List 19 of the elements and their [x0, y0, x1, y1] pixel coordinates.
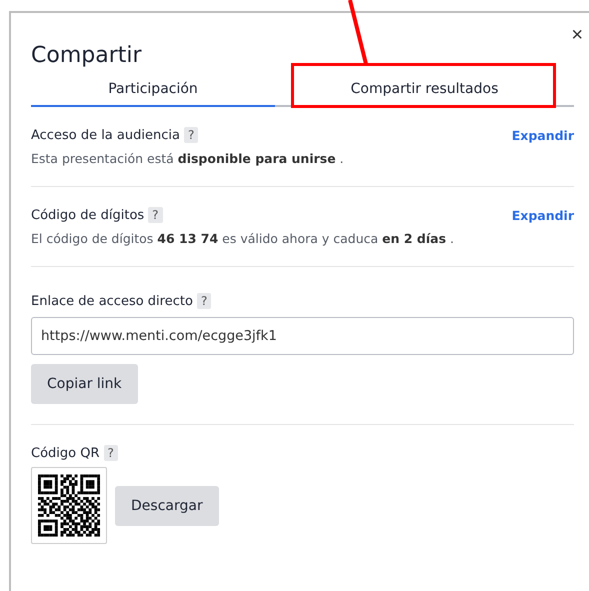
help-badge[interactable]: ?: [148, 207, 163, 223]
expand-link[interactable]: Expandir: [512, 208, 574, 222]
section-heading: Código QR: [31, 446, 100, 460]
help-badge[interactable]: ?: [104, 445, 118, 461]
tab[interactable]: Compartir resultados: [275, 77, 574, 107]
link-field[interactable]: https://www.menti.com/ecgge3jfk1: [31, 317, 574, 355]
help-badge[interactable]: ?: [196, 293, 212, 309]
section-description: Esta presentación está disponible para unirse .: [31, 151, 345, 166]
section-heading: Código de dígitos: [31, 208, 144, 222]
section-description: El código de dígitos 46 13 74 es válido ahora y caduca en 2 días .: [31, 231, 455, 246]
section-heading: Enlace de acceso directo: [31, 294, 193, 308]
dialog-title: Compartir: [31, 42, 143, 70]
help-badge[interactable]: ?: [184, 127, 198, 143]
tab[interactable]: Participación: [31, 77, 275, 107]
expand-link[interactable]: Expandir: [512, 128, 574, 142]
close-button[interactable]: ×: [567, 25, 587, 45]
download-button[interactable]: Descargar: [115, 486, 219, 526]
copy-button[interactable]: Copiar link: [31, 364, 138, 404]
section-heading: Acceso de la audiencia: [31, 128, 180, 142]
